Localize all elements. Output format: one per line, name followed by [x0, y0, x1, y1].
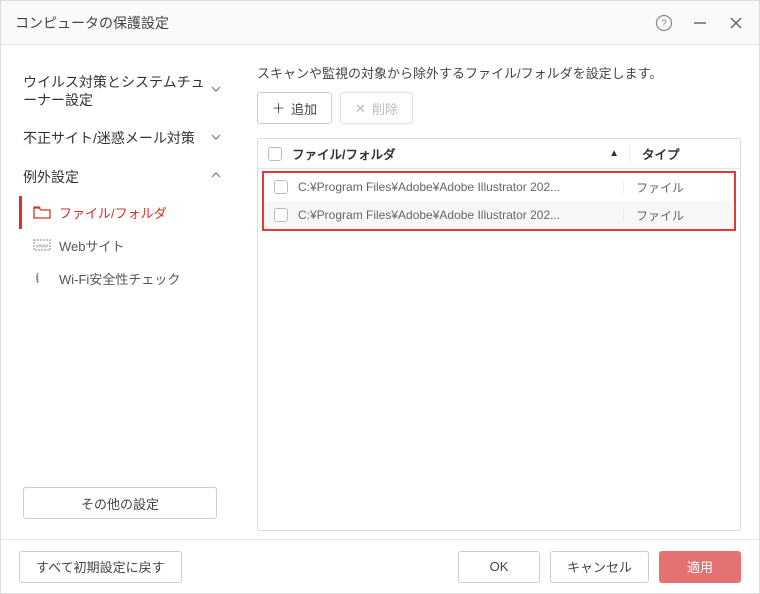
- button-label: 削除: [372, 99, 398, 118]
- column-label: タイプ: [642, 148, 680, 162]
- table-header: ファイル/フォルダ ▲ タイプ: [258, 139, 740, 169]
- checkbox-icon[interactable]: [274, 208, 288, 222]
- reset-defaults-button[interactable]: すべて初期設定に戻す: [19, 551, 182, 583]
- folder-icon: [33, 204, 51, 220]
- nav-item-spam[interactable]: 不正サイト/迷惑メール対策: [1, 119, 239, 157]
- cancel-button[interactable]: キャンセル: [550, 551, 649, 583]
- button-label: OK: [490, 559, 509, 574]
- button-label: 追加: [291, 99, 317, 118]
- row-path: C:¥Program Files¥Adobe¥Adobe Illustrator…: [298, 208, 624, 222]
- help-icon[interactable]: ?: [655, 14, 673, 32]
- ok-button[interactable]: OK: [458, 551, 540, 583]
- nav-label: 例外設定: [23, 168, 79, 186]
- footer: すべて初期設定に戻す OK キャンセル 適用: [1, 539, 759, 593]
- row-checkbox-cell[interactable]: [264, 180, 298, 194]
- header-path[interactable]: ファイル/フォルダ ▲: [292, 144, 630, 163]
- row-checkbox-cell[interactable]: [264, 208, 298, 222]
- chevron-down-icon: [211, 83, 221, 99]
- other-settings-button[interactable]: その他の設定: [23, 487, 217, 519]
- sidebar-item-wifi[interactable]: Wi-Fi安全性チェック: [19, 262, 239, 295]
- x-icon: ✕: [355, 102, 366, 115]
- sidebar: ウイルス対策とシステムチューナー設定 不正サイト/迷惑メール対策 例外設定: [1, 45, 239, 539]
- sub-nav: ファイル/フォルダ www Webサイト Wi-Fi安全性チェック: [1, 196, 239, 295]
- window-title: コンピュータの保護設定: [15, 13, 655, 33]
- row-type: ファイル: [624, 207, 734, 224]
- button-label: 適用: [687, 557, 713, 576]
- checkbox-icon[interactable]: [274, 180, 288, 194]
- delete-button: ✕ 削除: [340, 92, 413, 124]
- toolbar: ＋ 追加 ✕ 削除: [257, 92, 741, 124]
- column-label: ファイル/フォルダ: [292, 144, 395, 163]
- main-area: ウイルス対策とシステムチューナー設定 不正サイト/迷惑メール対策 例外設定: [1, 45, 759, 539]
- sidebar-item-label: Webサイト: [59, 236, 125, 255]
- sort-asc-icon: ▲: [609, 148, 619, 159]
- header-type[interactable]: タイプ: [630, 144, 740, 163]
- titlebar: コンピュータの保護設定 ?: [1, 1, 759, 45]
- sidebar-item-label: Wi-Fi安全性チェック: [59, 269, 180, 288]
- exclusion-table: ファイル/フォルダ ▲ タイプ C:¥Program Files¥Adobe¥A…: [257, 138, 741, 531]
- checkbox-icon[interactable]: [268, 147, 282, 161]
- sidebar-item-file-folder[interactable]: ファイル/フォルダ: [19, 196, 239, 229]
- content-panel: スキャンや監視の対象から除外するファイル/フォルダを設定します。 ＋ 追加 ✕ …: [239, 45, 759, 539]
- chevron-up-icon: [211, 169, 221, 185]
- add-button[interactable]: ＋ 追加: [257, 92, 332, 124]
- nav-item-antivirus[interactable]: ウイルス対策とシステムチューナー設定: [1, 63, 239, 119]
- row-type: ファイル: [624, 179, 734, 196]
- settings-window: コンピュータの保護設定 ? ウイルス対策とシステムチューナー設定: [0, 0, 760, 594]
- button-label: キャンセル: [567, 557, 632, 576]
- chevron-down-icon: [211, 131, 221, 147]
- content-description: スキャンや監視の対象から除外するファイル/フォルダを設定します。: [257, 63, 741, 82]
- button-label: その他の設定: [81, 494, 159, 513]
- minimize-icon[interactable]: [691, 14, 709, 32]
- table-row[interactable]: C:¥Program Files¥Adobe¥Adobe Illustrator…: [264, 201, 734, 229]
- close-icon[interactable]: [727, 14, 745, 32]
- nav-item-exceptions[interactable]: 例外設定: [1, 158, 239, 196]
- titlebar-controls: ?: [655, 14, 745, 32]
- plus-icon: ＋: [272, 102, 285, 115]
- row-path: C:¥Program Files¥Adobe¥Adobe Illustrator…: [298, 180, 624, 194]
- nav-label: ウイルス対策とシステムチューナー設定: [23, 73, 211, 109]
- highlighted-rows: C:¥Program Files¥Adobe¥Adobe Illustrator…: [262, 171, 736, 231]
- header-checkbox-cell[interactable]: [258, 147, 292, 161]
- apply-button[interactable]: 適用: [659, 551, 741, 583]
- www-icon: www: [33, 237, 51, 253]
- svg-text:www: www: [35, 244, 48, 250]
- sidebar-item-label: ファイル/フォルダ: [59, 203, 167, 222]
- svg-text:?: ?: [661, 18, 667, 29]
- nav-label: 不正サイト/迷惑メール対策: [23, 129, 195, 147]
- table-row[interactable]: C:¥Program Files¥Adobe¥Adobe Illustrator…: [264, 173, 734, 201]
- wifi-icon: [33, 270, 51, 286]
- button-label: すべて初期設定に戻す: [36, 557, 165, 576]
- sidebar-item-website[interactable]: www Webサイト: [19, 229, 239, 262]
